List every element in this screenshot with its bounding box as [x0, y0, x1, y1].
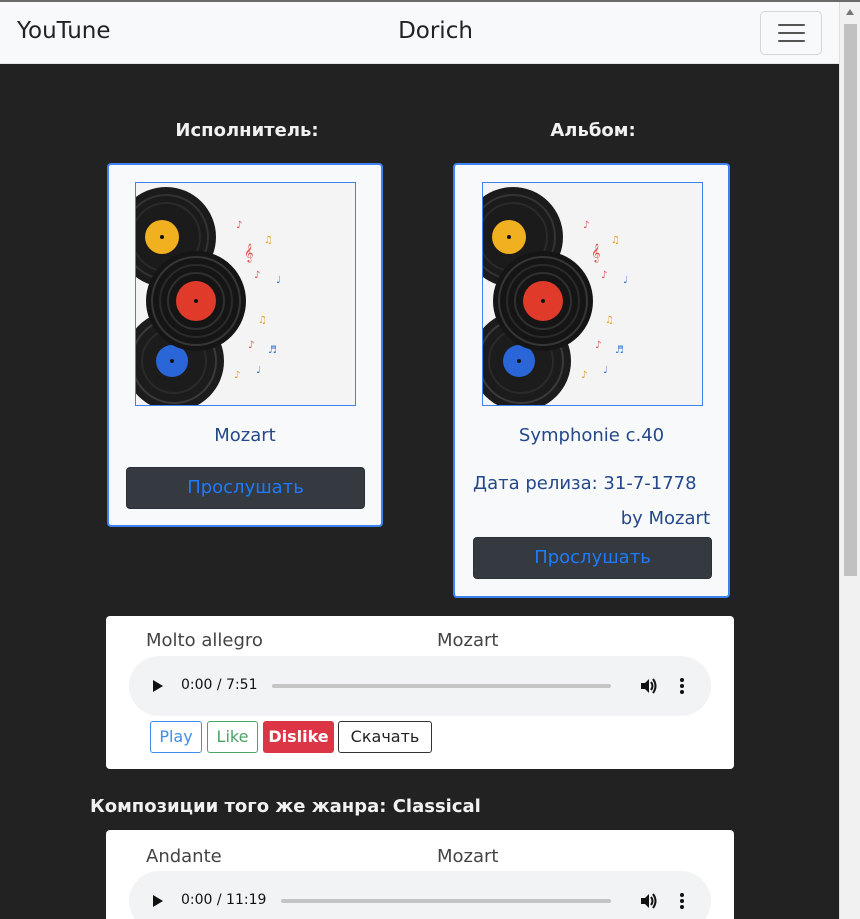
genre-heading: Композиции того же жанра: Classical [90, 796, 481, 817]
navbar: YouTune Dorich [0, 2, 839, 64]
album-heading: Альбом: [550, 120, 636, 141]
volume-icon[interactable] [639, 677, 657, 695]
genre-audio-player[interactable]: 0:00 / 11:19 [129, 871, 711, 919]
audio-time: 0:00 / 11:19 [181, 892, 267, 908]
dislike-button[interactable]: Dislike [263, 721, 334, 753]
audio-progress-bar[interactable] [281, 899, 611, 903]
artist-card: Mozart Прослушать [107, 163, 383, 527]
genre-track-artist[interactable]: Mozart [437, 846, 498, 867]
artist-listen-button[interactable]: Прослушать [126, 467, 365, 509]
menu-toggle-button[interactable] [760, 11, 822, 55]
genre-track-panel: Andante Mozart 0:00 / 11:19 [106, 830, 734, 919]
play-button[interactable]: Play [150, 721, 202, 753]
track-name: Molto allegro [146, 630, 263, 651]
album-card: Symphonie c.40 Дата релиза: 31-7-1778 by… [453, 163, 730, 598]
album-release-date: Дата релиза: 31-7-1778 [473, 473, 697, 494]
volume-icon[interactable] [639, 892, 657, 910]
artist-cover-image [135, 182, 356, 406]
track-panel: Molto allegro Mozart 0:00 / 7:51 Play Li… [106, 616, 734, 769]
album-cover-image [482, 182, 703, 406]
artist-heading: Исполнитель: [175, 120, 319, 141]
more-options-icon[interactable] [680, 678, 684, 696]
like-button[interactable]: Like [207, 721, 258, 753]
audio-player[interactable]: 0:00 / 7:51 [129, 656, 711, 716]
track-artist[interactable]: Mozart [437, 630, 498, 651]
scroll-thumb[interactable] [844, 24, 857, 576]
album-title[interactable]: Symphonie c.40 [455, 425, 728, 446]
download-button[interactable]: Скачать [338, 721, 432, 753]
nav-username[interactable]: Dorich [0, 18, 860, 44]
album-artist-link[interactable]: by Mozart [621, 508, 710, 529]
audio-progress-bar[interactable] [272, 684, 611, 688]
page-scrollbar[interactable] [839, 2, 860, 919]
scroll-up-arrow-icon[interactable] [846, 9, 854, 15]
album-listen-button[interactable]: Прослушать [473, 537, 712, 579]
audio-time: 0:00 / 7:51 [181, 677, 258, 693]
play-icon[interactable] [153, 680, 163, 692]
play-icon[interactable] [153, 895, 163, 907]
genre-track-name: Andante [146, 846, 222, 867]
more-options-icon[interactable] [680, 893, 684, 911]
artist-name[interactable]: Mozart [109, 425, 381, 446]
